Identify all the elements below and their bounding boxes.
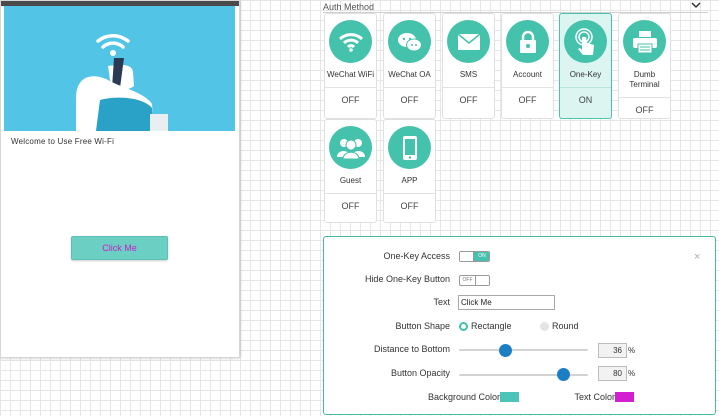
auth-tile-label: SMS (459, 70, 478, 79)
hide-one-key-button-toggle[interactable]: OFF (459, 275, 490, 286)
envelope-icon (447, 20, 490, 63)
toggle-knob (475, 276, 489, 285)
lock-icon (506, 20, 549, 63)
one-key-access-toggle[interactable]: ON (459, 251, 490, 262)
button-shape-label: Button Shape (395, 321, 450, 331)
toggle-on-text: ON (474, 252, 489, 261)
printer-icon (623, 20, 666, 63)
auth-tile-account[interactable]: Account OFF (501, 13, 554, 119)
distance-slider-thumb[interactable] (499, 344, 512, 357)
tile-divider (619, 97, 670, 98)
auth-tile-state: OFF (400, 95, 419, 105)
phone-icon (388, 126, 431, 169)
button-opacity-label: Button Opacity (390, 368, 450, 378)
one-key-access-label: One-Key Access (383, 251, 450, 261)
opacity-value-box[interactable]: 80 (598, 366, 627, 381)
auth-tile-state: ON (578, 95, 593, 105)
distance-slider-track[interactable] (459, 349, 588, 351)
auth-tile-guest[interactable]: Guest OFF (324, 119, 377, 223)
tile-divider (384, 193, 435, 194)
tile-divider (384, 87, 435, 88)
tile-divider (325, 193, 376, 194)
rectangle-radio-label: Rectangle (471, 321, 512, 331)
text-color-label: Text Color (574, 392, 615, 402)
auth-tile-state: OFF (341, 201, 360, 211)
close-icon[interactable]: × (694, 251, 700, 263)
button-text-input[interactable] (458, 295, 555, 310)
hero-illustration (4, 6, 235, 131)
auth-tile-state: OFF (635, 105, 654, 115)
distance-value-box[interactable]: 36 (598, 343, 627, 358)
auth-method-title: Auth Method (323, 2, 375, 12)
wifi-icon (329, 20, 372, 63)
toggle-knob (460, 252, 474, 261)
tile-divider (443, 87, 494, 88)
chevron-down-icon[interactable] (690, 0, 702, 10)
auth-tile-state: OFF (400, 201, 419, 211)
chat-bubbles-icon (388, 20, 431, 63)
auth-tile-label: WeChat WiFi (327, 70, 374, 79)
users-icon (329, 126, 372, 169)
auth-tile-label: Guest (339, 176, 362, 185)
person-with-wifi-illustration (76, 33, 168, 131)
tile-divider (325, 87, 376, 88)
auth-tile-label: WeChat OA (388, 70, 431, 79)
auth-tile-app[interactable]: APP OFF (383, 119, 436, 223)
auth-tile-dumb-terminal[interactable]: Dumb Terminal OFF (618, 13, 671, 119)
tile-divider (560, 87, 611, 88)
auth-tile-wechat-wifi[interactable]: WeChat WiFi OFF (324, 13, 377, 119)
opacity-slider-thumb[interactable] (557, 368, 570, 381)
opacity-unit: % (628, 369, 636, 378)
distance-unit: % (628, 346, 636, 355)
round-radio-label: Round (552, 321, 579, 331)
text-label: Text (433, 297, 450, 307)
distance-to-bottom-label: Distance to Bottom (373, 344, 450, 354)
toggle-off-text: OFF (462, 277, 473, 283)
auth-tile-one-key[interactable]: One-Key ON (559, 13, 612, 119)
auth-tile-label: Account (513, 70, 542, 79)
hide-one-key-button-label: Hide One-Key Button (364, 274, 450, 284)
auth-tile-label: APP (401, 176, 418, 185)
tile-divider (502, 87, 553, 88)
round-radio[interactable] (540, 322, 549, 331)
auth-tile-sms[interactable]: SMS OFF (442, 13, 495, 119)
preview-click-me-button[interactable]: Click Me (71, 236, 168, 260)
auth-tile-state: OFF (518, 95, 537, 105)
text-color-swatch[interactable] (615, 392, 634, 402)
auth-tile-wechat-oa[interactable]: WeChat OA OFF (383, 13, 436, 119)
auth-tile-label: Dumb Terminal (629, 70, 660, 89)
rectangle-radio[interactable] (459, 322, 468, 331)
tap-finger-icon (564, 20, 607, 63)
auth-tile-label: One-Key (569, 70, 602, 79)
welcome-text: Welcome to Use Free Wi-Fi (11, 137, 115, 146)
auth-tile-state: OFF (459, 95, 478, 105)
auth-tile-state: OFF (341, 95, 360, 105)
